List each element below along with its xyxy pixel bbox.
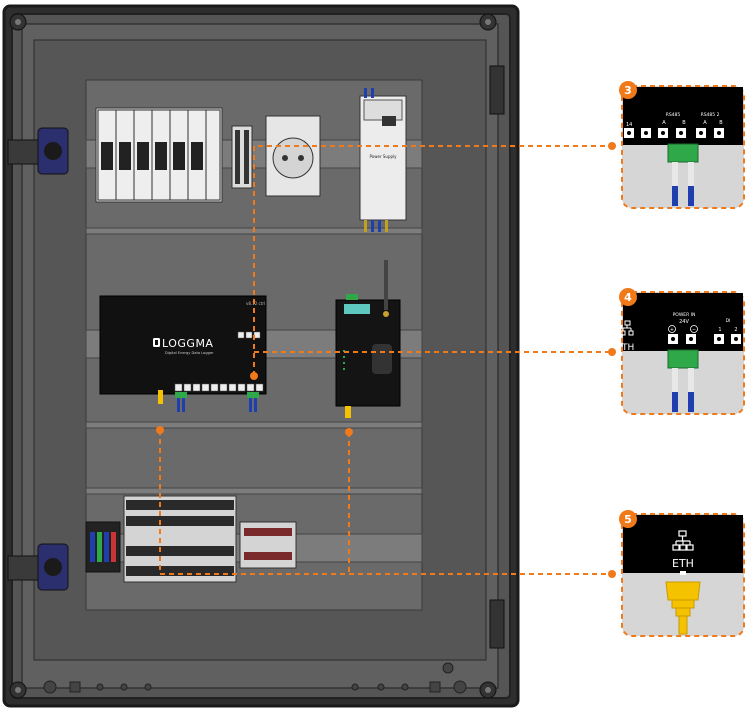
corner-screw-br [479, 681, 497, 699]
corner-screw-tr [479, 13, 497, 31]
callout-rs485: RS485 RS485 2 A B A B 14 3 [619, 81, 745, 209]
power-minus-symbol: − [692, 327, 696, 333]
callout-eth: ETH 5 [619, 510, 745, 637]
di-number-1: 1 [718, 327, 721, 333]
din-socket [265, 115, 321, 197]
rs485-b1: B [682, 120, 686, 126]
controller-corner-label: v8.12 ctrl [246, 301, 265, 306]
corner-screw-bl [9, 681, 27, 699]
eth-left-label: TH [621, 343, 634, 353]
power-supply: Power Supply [359, 88, 407, 232]
rs485-edge-label: 14 [626, 122, 632, 128]
circuit-breakers [95, 107, 223, 203]
rs485-a1: A [662, 120, 666, 126]
loggma-logo-icon [153, 338, 160, 347]
diagram-canvas: Power Supply v8.12 ctrl LOGGMA Digital E… [2, 4, 745, 708]
power-plus-symbol: + [670, 327, 674, 333]
terminal-block-top [231, 125, 253, 189]
rs485-label-2: RS485 2 [701, 112, 720, 118]
rs485-b2: B [719, 120, 723, 126]
controller-brand: LOGGMA [162, 337, 213, 350]
callout-number-3: 3 [624, 84, 632, 97]
rs485-label-1: RS485 [666, 112, 681, 118]
power-supply-label: Power Supply [370, 154, 398, 159]
callout-number-5: 5 [624, 513, 632, 526]
corner-screw-tl [9, 13, 27, 31]
power-in-label: POWER IN [673, 312, 696, 318]
di-label: DI [726, 318, 731, 324]
callout-number-4: 4 [624, 291, 632, 304]
power-voltage-label: 24V [679, 319, 689, 325]
rs485-a2: A [703, 120, 707, 126]
diagram-stage: Power Supply v8.12 ctrl LOGGMA Digital E… [0, 0, 747, 711]
di-number-2: 2 [734, 327, 737, 333]
callout-power-in: TH POWER IN 24V + − DI 1 2 4 [619, 288, 745, 415]
eth-port-label: ETH [672, 557, 694, 570]
controller-subtitle: Digital Energy Data Logger [165, 351, 214, 355]
